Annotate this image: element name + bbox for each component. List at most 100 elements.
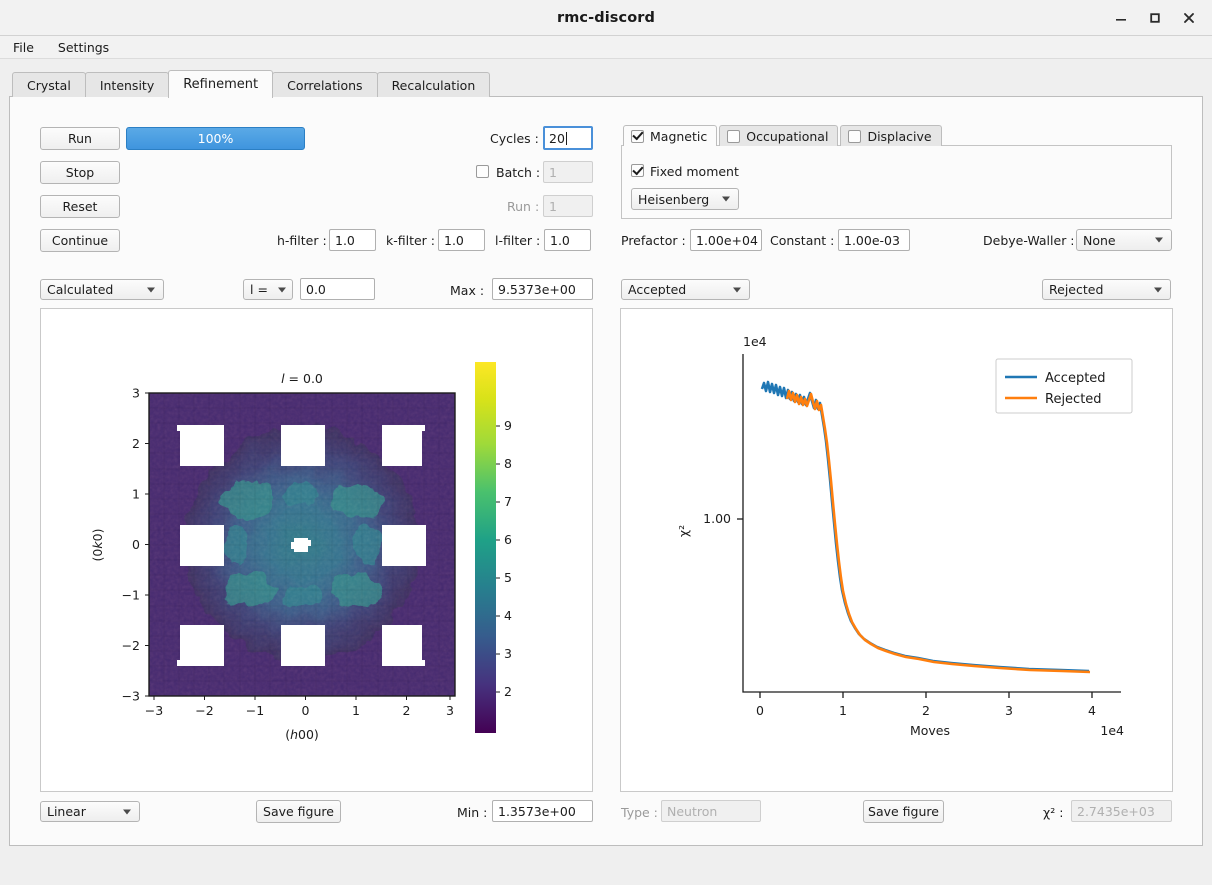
continue-button[interactable]: Continue	[40, 229, 120, 252]
magnetic-model-select[interactable]: Heisenberg	[631, 188, 739, 210]
h-filter-label: h-filter :	[277, 233, 327, 248]
svg-text:3: 3	[504, 646, 512, 661]
chevron-down-icon	[1154, 287, 1162, 292]
chevron-down-icon	[1155, 237, 1163, 243]
text-caret	[565, 131, 567, 145]
right-plot-left-select[interactable]: Accepted	[621, 279, 750, 300]
chi-squared-label: χ² :	[1043, 804, 1064, 820]
type-label: Type :	[621, 804, 658, 820]
tab-recalculation[interactable]: Recalculation	[376, 72, 491, 97]
occupational-checkbox[interactable]	[727, 129, 741, 143]
tab-displacive[interactable]: Displacive	[840, 125, 942, 146]
type-value: Neutron	[667, 803, 718, 819]
intensity-plot[interactable]: l = 0.0 321 0−1−2−3 (0k0) −3 −2 −1 0 1 2…	[41, 309, 592, 791]
series-accepted	[760, 380, 1090, 673]
tab-magnetic[interactable]: Magnetic	[623, 125, 718, 146]
run-number-input[interactable]: 1	[543, 195, 593, 217]
prefactor-value: 1.00e+04	[696, 232, 758, 248]
svg-text:2: 2	[403, 703, 411, 718]
svg-text:3: 3	[132, 386, 140, 401]
slice-value-input[interactable]: 0.0	[300, 278, 375, 300]
constant-input[interactable]: 1.00e-03	[838, 229, 910, 251]
min-value: 1.3573e+00	[498, 803, 576, 819]
h-filter-value: 1.0	[335, 232, 355, 248]
left-save-figure-button[interactable]: Save figure	[256, 800, 341, 823]
l-filter-input[interactable]: 1.0	[544, 229, 591, 251]
svg-text:8: 8	[504, 456, 512, 471]
series-rejected	[785, 389, 1091, 674]
tab-crystal[interactable]: Crystal	[12, 72, 86, 97]
min-input[interactable]: 1.3573e+00	[492, 800, 593, 822]
type-input[interactable]: Neutron	[661, 800, 761, 822]
chi-x-axis-label: Moves	[910, 723, 950, 738]
displacive-checkbox[interactable]	[848, 129, 862, 143]
tab-bar: Crystal Intensity Refinement Correlation…	[0, 69, 1212, 98]
menu-item-settings[interactable]: Settings	[55, 39, 112, 56]
reset-button[interactable]: Reset	[40, 195, 120, 218]
slice-axis-value: l =	[250, 282, 268, 297]
debye-waller-select[interactable]: None	[1076, 229, 1172, 251]
tab-correlations[interactable]: Correlations	[272, 72, 378, 97]
min-label: Min :	[457, 804, 488, 820]
window-title: rmc-discord	[556, 9, 656, 26]
chi-x-ticklabels: 0 1 2 3 4	[756, 703, 1096, 718]
batch-input[interactable]: 1	[543, 161, 593, 183]
svg-text:−3: −3	[122, 689, 140, 704]
max-input[interactable]: 9.5373e+00	[492, 278, 593, 300]
max-label: Max :	[450, 282, 485, 298]
chevron-down-icon	[278, 287, 286, 292]
heatmap-image	[149, 393, 455, 696]
svg-text:−2: −2	[122, 638, 140, 653]
constant-value: 1.00e-03	[844, 232, 900, 248]
magnetic-checkbox[interactable]	[631, 129, 644, 143]
debye-waller-label: Debye-Waller :	[983, 233, 1075, 248]
maximize-icon[interactable]	[1138, 3, 1172, 33]
tab-refinement[interactable]: Refinement	[168, 70, 274, 98]
left-plot-data-value: Calculated	[47, 282, 114, 297]
svg-text:4: 4	[1088, 703, 1096, 718]
scale-select[interactable]: Linear	[40, 801, 140, 822]
slice-value: 0.0	[306, 281, 326, 297]
tab-displacive-label: Displacive	[867, 128, 932, 144]
prefactor-input[interactable]: 1.00e+04	[690, 229, 762, 251]
chi-squared-input[interactable]: 2.7435e+03	[1071, 800, 1172, 822]
svg-text:0: 0	[132, 537, 140, 552]
constant-label: Constant :	[770, 233, 835, 248]
svg-text:1: 1	[132, 487, 140, 502]
fixed-moment-checkbox[interactable]	[631, 164, 644, 177]
right-plot-right-select[interactable]: Rejected	[1042, 279, 1171, 300]
tab-occupational[interactable]: Occupational	[719, 125, 839, 146]
progress-bar: 100%	[126, 127, 305, 150]
run-button[interactable]: Run	[40, 127, 120, 150]
batch-checkbox[interactable]	[476, 165, 489, 178]
tab-occupational-label: Occupational	[746, 128, 829, 144]
menu-item-file[interactable]: File	[10, 39, 37, 56]
close-icon[interactable]	[1172, 3, 1206, 33]
legend-label-rejected: Rejected	[1045, 392, 1102, 407]
progress-label: 100%	[197, 131, 234, 146]
stop-button[interactable]: Stop	[40, 161, 120, 184]
svg-text:7: 7	[504, 494, 512, 509]
run-number-value: 1	[549, 198, 557, 214]
chi-squared-plot-frame: 1e4 1.00 χ² 012 34 Moves 1e4 Accepted Re…	[620, 308, 1173, 792]
chi-y-axis-label: χ²	[676, 525, 691, 537]
minimize-icon[interactable]	[1104, 3, 1138, 33]
tab-intensity[interactable]: Intensity	[84, 72, 170, 97]
menu-bar: File Settings	[0, 36, 1212, 59]
cycles-input[interactable]: 20	[543, 126, 593, 150]
h-filter-input[interactable]: 1.0	[329, 229, 376, 251]
slice-axis-select[interactable]: l =	[243, 279, 293, 300]
right-save-figure-button[interactable]: Save figure	[863, 800, 944, 823]
title-bar: rmc-discord	[0, 0, 1212, 36]
svg-text:−1: −1	[122, 588, 140, 603]
intensity-plot-title: l = 0.0	[281, 371, 323, 386]
svg-text:3: 3	[446, 703, 454, 718]
left-plot-data-select[interactable]: Calculated	[40, 279, 164, 300]
chi-squared-plot[interactable]: 1e4 1.00 χ² 012 34 Moves 1e4 Accepted Re…	[621, 309, 1172, 791]
svg-text:9: 9	[504, 418, 512, 433]
tab-magnetic-label: Magnetic	[650, 128, 708, 144]
svg-text:−2: −2	[195, 703, 213, 718]
colorbar-ticks	[496, 425, 500, 693]
cycles-value: 20	[549, 130, 565, 146]
k-filter-input[interactable]: 1.0	[438, 229, 485, 251]
